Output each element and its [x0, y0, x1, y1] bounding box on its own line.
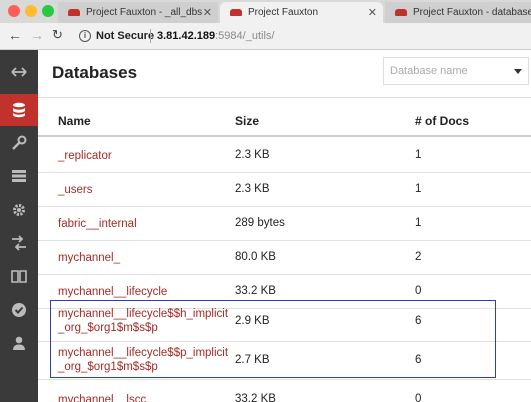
tab-close-icon[interactable]: ✕ — [368, 6, 377, 19]
table-row: mychannel__lifecycle$$p_implicit _org_$or… — [38, 342, 531, 380]
browser-tab-database[interactable]: Project Fauxton - database/m — [385, 2, 531, 23]
database-size: 2.9 KB — [235, 315, 270, 327]
database-doc-count: 6 — [415, 354, 422, 366]
database-doc-count: 1 — [415, 149, 422, 161]
database-size: 33.2 KB — [235, 285, 276, 297]
couchdb-favicon-icon — [68, 9, 80, 16]
security-label[interactable]: Not Secure — [96, 30, 154, 42]
table-row: _replicator 2.3 KB 1 — [38, 139, 531, 173]
window-maximize-button[interactable] — [42, 5, 54, 17]
tab-title: Project Fauxton - _all_dbs — [86, 7, 203, 18]
forward-arrow-icon[interactable]: → — [30, 27, 44, 43]
database-link[interactable]: mychannel__lifecycle$$p_implicit _org_$or… — [58, 346, 228, 374]
tab-close-icon[interactable]: ✕ — [203, 6, 212, 19]
couchdb-favicon-icon — [395, 9, 407, 16]
sidebar-item-databases[interactable] — [0, 94, 38, 126]
database-link[interactable]: mychannel__lifecycle — [58, 285, 167, 299]
database-link[interactable]: _replicator — [58, 149, 112, 163]
browser-tab-fauxton[interactable]: Project Fauxton ✕ — [220, 2, 383, 23]
sidebar-item-replication[interactable] — [0, 227, 38, 259]
database-size: 80.0 KB — [235, 251, 276, 263]
sidebar-item-setup[interactable] — [0, 127, 38, 159]
reload-icon[interactable]: ↻ — [52, 27, 63, 43]
url-field[interactable]: 3.81.42.189:5984/_utils/ — [157, 30, 274, 42]
info-icon[interactable]: i — [79, 30, 91, 42]
main-content: Databases Name Size # of Docs _replicato… — [38, 50, 531, 402]
browser-tab-bar: Project Fauxton - _all_dbs ✕ Project Fau… — [0, 0, 531, 23]
table-row: fabric__internal 289 bytes 1 — [38, 207, 531, 241]
database-size: 289 bytes — [235, 217, 285, 229]
window-minimize-button[interactable] — [25, 5, 37, 17]
browser-tab-all-dbs[interactable]: Project Fauxton - _all_dbs ✕ — [58, 2, 218, 23]
url-host: 3.81.42.189 — [157, 30, 216, 42]
url-path: :5984/_utils/ — [215, 30, 275, 42]
window-close-button[interactable] — [8, 5, 20, 17]
database-name-line: mychannel__lifecycle$$h_implicit — [58, 308, 229, 320]
database-name-line: mychannel__lifecycle$$p_implicit — [58, 347, 229, 359]
table-row: mychannel__lifecycle$$h_implicit _org_$or… — [38, 302, 531, 342]
database-link[interactable]: mychannel_ — [58, 251, 120, 265]
sidebar-item-active-tasks[interactable] — [0, 160, 38, 192]
collapse-arrows-icon — [11, 67, 27, 77]
database-link[interactable]: fabric__internal — [58, 217, 137, 231]
browser-address-bar: ← → ↻ i Not Secure 3.81.42.189:5984/_uti… — [0, 23, 531, 50]
database-size: 2.3 KB — [235, 149, 270, 161]
database-size: 33.2 KB — [235, 393, 276, 402]
sidebar-item-documentation[interactable] — [0, 260, 38, 292]
database-doc-count: 6 — [415, 315, 422, 327]
back-arrow-icon[interactable]: ← — [8, 27, 22, 43]
database-search-input[interactable] — [384, 58, 504, 84]
wrench-icon — [12, 135, 27, 150]
header-divider — [38, 97, 531, 98]
database-doc-count: 1 — [415, 183, 422, 195]
gear-icon — [13, 204, 25, 216]
chevron-down-icon[interactable] — [514, 69, 522, 74]
server-list-icon — [12, 170, 26, 182]
database-size: 2.3 KB — [235, 183, 270, 195]
check-circle-icon — [12, 303, 26, 317]
page-title: Databases — [52, 63, 138, 82]
sidebar — [0, 50, 38, 402]
table-row: _users 2.3 KB 1 — [38, 173, 531, 207]
tab-title: Project Fauxton — [248, 7, 319, 18]
column-header-docs[interactable]: # of Docs — [415, 114, 469, 128]
couchdb-favicon-icon — [230, 9, 242, 16]
table-row: mychannel_ 80.0 KB 2 — [38, 241, 531, 275]
book-icon — [11, 270, 27, 283]
database-doc-count: 0 — [415, 393, 422, 402]
table-row: mychannel__lscc 33.2 KB 0 — [38, 388, 531, 402]
database-icon — [13, 102, 25, 118]
database-link[interactable]: mychannel__lscc — [58, 393, 146, 402]
database-doc-count: 0 — [415, 285, 422, 297]
database-size: 2.7 KB — [235, 354, 270, 366]
sidebar-item-user[interactable] — [0, 327, 38, 359]
database-name-line: _org_$org1$m$s$p — [58, 322, 158, 334]
database-link[interactable]: _users — [58, 183, 93, 197]
column-header-name[interactable]: Name — [58, 114, 91, 128]
tab-title: Project Fauxton - database/m — [413, 7, 531, 18]
sidebar-item-verify[interactable] — [0, 294, 38, 326]
sidebar-item-config[interactable] — [0, 194, 38, 226]
database-doc-count: 1 — [415, 217, 422, 229]
sidebar-item-collapse[interactable] — [0, 56, 38, 88]
column-header-size[interactable]: Size — [235, 114, 259, 128]
table-header: Name Size # of Docs — [38, 107, 531, 137]
user-icon — [13, 336, 25, 350]
replication-icon — [12, 235, 26, 251]
address-divider — [150, 29, 151, 43]
database-search-dropdown[interactable] — [383, 57, 529, 85]
database-doc-count: 2 — [415, 251, 422, 263]
database-link[interactable]: mychannel__lifecycle$$h_implicit _org_$or… — [58, 307, 228, 335]
database-name-line: _org_$org1$m$s$p — [58, 361, 158, 373]
